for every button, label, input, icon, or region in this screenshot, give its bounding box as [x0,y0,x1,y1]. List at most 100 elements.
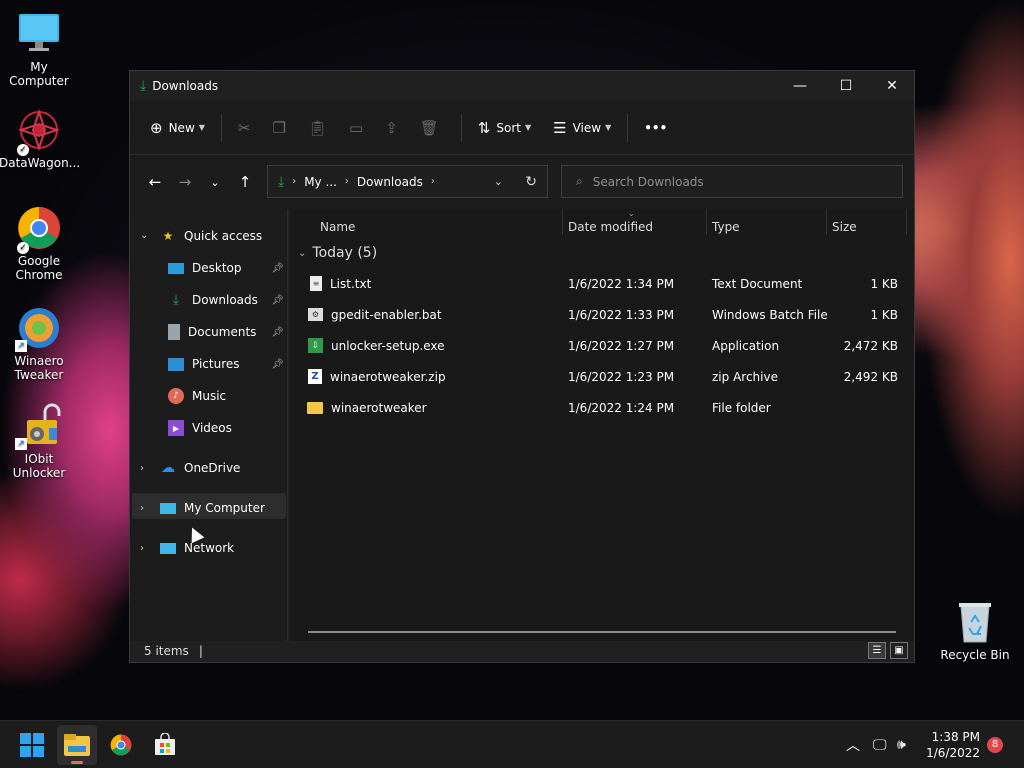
refresh-icon[interactable]: ↻ [525,174,537,190]
more-options-button[interactable]: ••• [636,112,675,144]
speaker-icon: 🕪︎ [897,737,906,753]
pictures-icon [168,357,184,371]
chevron-right-icon[interactable]: › [140,463,144,474]
maximize-button[interactable]: ☐ [823,71,869,101]
folder-icon [307,401,323,414]
divider [562,209,563,235]
column-header-type[interactable]: Type [712,215,740,239]
videos-icon: ▶ [168,420,184,436]
search-box[interactable]: ⌕ Search Downloads [561,165,903,198]
taskbar-chrome[interactable] [101,725,141,765]
sidebar-item-music[interactable]: ♪ Music [168,383,284,409]
show-hidden-icons-button[interactable]: ︿ [846,721,860,768]
chevron-down-icon: ⌄ [210,175,220,189]
address-history-dropdown[interactable]: ⌄ [494,175,503,188]
active-indicator [71,761,83,764]
shortcut-arrow-icon: ↗ [15,340,27,352]
forward-button[interactable]: → [170,167,200,197]
music-icon: ♪ [168,388,184,404]
recent-locations-button[interactable]: ⌄ [200,167,230,197]
close-button[interactable]: ✕ [869,71,915,101]
arrow-right-icon: → [178,173,192,191]
sidebar-item-pictures[interactable]: Pictures 📌︎ [168,351,284,377]
cut-button[interactable]: ✂ [230,112,265,144]
sidebar-item-downloads[interactable]: ⤓ Downloads 📌︎ [168,287,284,313]
file-row[interactable]: winaerotweaker 1/6/2022 1:24 PM File fol… [300,392,900,423]
horizontal-scrollbar[interactable] [308,631,896,633]
navigation-pane: ⌄ ★ Quick access Desktop 📌︎ ⤓ Downloads … [130,209,288,641]
winaero-tweaker-icon: ↗ [15,304,63,352]
start-button[interactable] [12,725,52,765]
minimize-button[interactable]: — [777,71,823,101]
volume-button[interactable]: 🕪︎ [897,721,906,768]
clock[interactable]: 1:38 PM 1/6/2022 [926,729,980,761]
delete-button[interactable]: 🗑︎ [412,112,453,144]
up-button[interactable]: ↑ [230,167,260,197]
view-label: View [572,120,602,135]
file-row[interactable]: ⚙ gpedit-enabler.bat 1/6/2022 1:33 PM Wi… [300,299,900,330]
sidebar-item-desktop[interactable]: Desktop 📌︎ [168,255,284,281]
rename-button[interactable]: ▭ [341,112,377,144]
chevron-right-icon[interactable]: › [140,543,144,554]
pin-icon: 📌︎ [271,326,284,338]
details-view-button[interactable]: ☰ [868,642,886,659]
breadcrumb-separator-icon: › [430,176,435,187]
sidebar-item-onedrive[interactable]: ☁ OneDrive [160,455,240,481]
large-icons-view-button[interactable]: ▣ [890,642,908,659]
notification-badge[interactable]: 8 [987,737,1003,753]
column-header-date-modified[interactable]: Date modified [568,215,653,239]
column-header-size[interactable]: Size [832,215,857,239]
desktop-icon-recycle-bin[interactable]: Recycle Bin [935,598,1015,662]
chrome-icon [110,734,132,756]
breadcrumb-item[interactable]: My ... [304,175,337,189]
downloads-icon: ⤓ [278,173,285,190]
taskbar-file-explorer[interactable] [57,725,97,765]
network-monitor-icon: 🖵︎ [873,737,887,753]
divider [706,209,707,235]
chevron-down-icon: ▼ [525,123,532,132]
item-count: 5 items [144,643,189,658]
column-header-name[interactable]: Name [320,215,355,239]
new-button[interactable]: ⊕ New ▼ [142,112,213,144]
view-button[interactable]: ☰ View ▼ [545,112,619,144]
chevron-right-icon[interactable]: › [140,503,144,514]
monitor-icon [15,10,63,58]
taskbar-microsoft-store[interactable] [145,725,185,765]
status-bar: 5 items | ☰ ▣ [130,639,914,662]
thumbnail-view-icon: ▣ [894,645,904,656]
file-row[interactable]: ≡ List.txt 1/6/2022 1:34 PM Text Documen… [300,268,900,299]
breadcrumb-item[interactable]: Downloads [357,175,423,189]
file-row[interactable]: ⇩ unlocker-setup.exe 1/6/2022 1:27 PM Ap… [300,330,900,361]
sidebar-item-videos[interactable]: ▶ Videos [168,415,284,441]
sidebar-item-quick-access[interactable]: ★ Quick access [160,223,263,249]
desktop-icon-google-chrome[interactable]: ✓ Google Chrome [0,204,79,282]
arrow-up-icon: ↑ [238,173,252,191]
chevron-down-icon[interactable]: ⌄ [140,230,148,241]
share-button[interactable]: ⇪ [377,112,412,144]
copy-icon: ❐ [272,118,286,137]
search-input[interactable]: Search Downloads [593,175,704,189]
copy-button[interactable]: ❐ [265,112,300,144]
text-cursor: | [198,643,203,658]
desktop-icon-winaero-tweaker[interactable]: ↗ Winaero Tweaker [0,304,79,382]
network-status-button[interactable]: 🖵︎ [873,721,887,768]
shortcut-arrow-icon: ↗ [15,438,27,450]
desktop-icon-datawagon[interactable]: ✓ DataWagon... [0,106,80,170]
desktop-icon-iobit-unlocker[interactable]: ↗ IObit Unlocker [0,402,79,480]
divider [627,113,629,142]
back-button[interactable]: ← [140,167,170,197]
trash-icon: 🗑︎ [419,118,439,137]
window-title: Downloads [152,79,219,93]
group-header-today[interactable]: ⌄ Today (5) [298,245,377,261]
star-icon: ★ [162,229,174,243]
sidebar-item-my-computer[interactable]: My Computer [160,495,265,521]
desktop-icon-my-computer[interactable]: My Computer [0,10,79,88]
sidebar-item-documents[interactable]: Documents 📌︎ [168,319,284,345]
paste-button[interactable]: 📋︎ [300,112,341,144]
details-view-icon: ☰ [872,645,882,656]
sort-button[interactable]: ⇅ Sort ▼ [470,112,539,144]
address-bar[interactable]: ⤓ › My ... › Downloads › ⌄ ↻ [267,165,548,198]
file-row[interactable]: Z winaerotweaker.zip 1/6/2022 1:23 PM zi… [300,361,900,392]
clock-date: 1/6/2022 [926,746,980,760]
sort-label: Sort [496,120,521,135]
